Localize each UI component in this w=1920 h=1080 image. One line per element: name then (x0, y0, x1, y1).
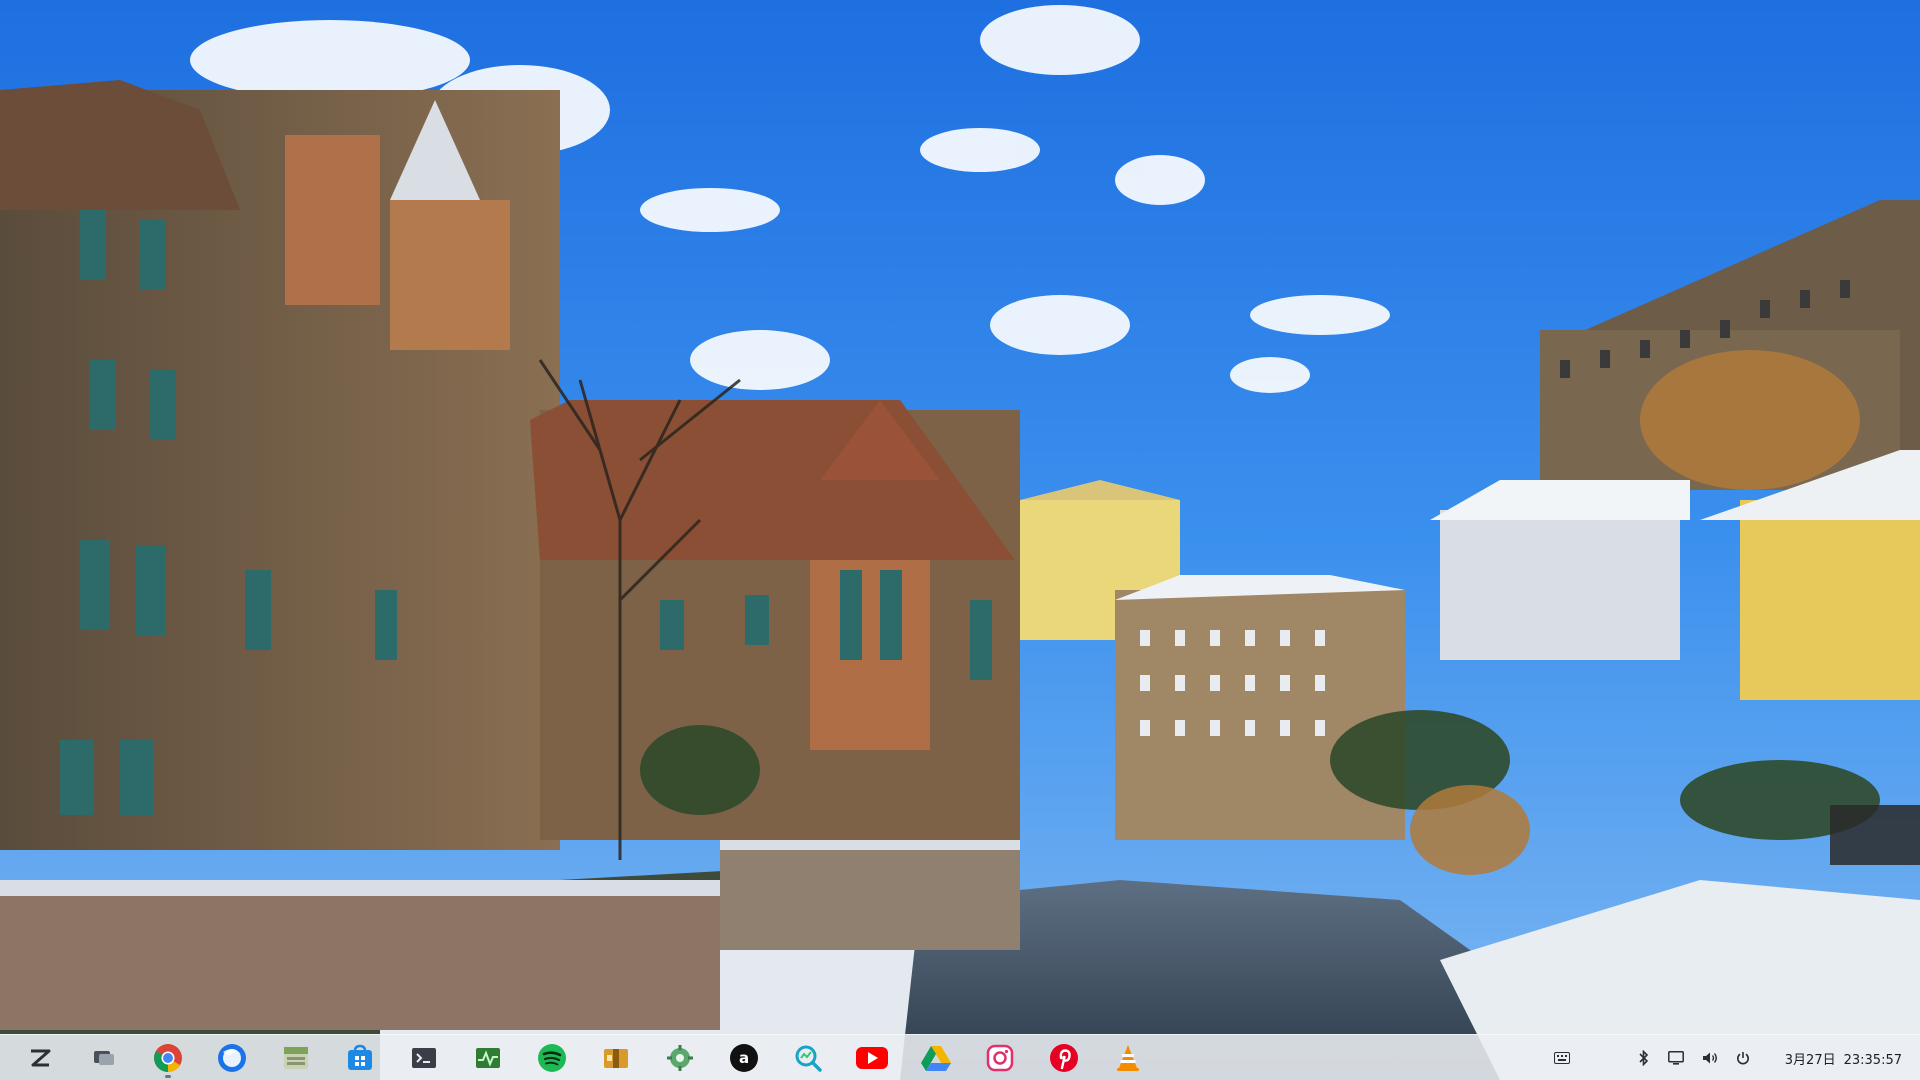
firefox-icon (218, 1043, 246, 1072)
system-tray: 3月27日 23:35:57 (1545, 1035, 1908, 1080)
system-monitor-app[interactable] (456, 1035, 520, 1080)
app-shelf: a (0, 1035, 1160, 1080)
svg-text:a: a (739, 1049, 749, 1067)
clock-time: 23:35:57 (1843, 1052, 1902, 1068)
keyboard-icon (1553, 1052, 1570, 1064)
volume-button[interactable] (1693, 1035, 1727, 1080)
archive-icon (604, 1048, 628, 1068)
system-monitor-icon (476, 1047, 500, 1068)
instagram-app[interactable] (968, 1035, 1032, 1080)
google-drive-app[interactable] (904, 1035, 968, 1080)
google-drive-icon (921, 1045, 951, 1071)
youtube-app[interactable] (840, 1035, 904, 1080)
taskbar: a 3月27日 23:35:57 (0, 1034, 1920, 1080)
pinterest-icon (1050, 1043, 1078, 1072)
stats-icon (795, 1045, 822, 1072)
terminal-icon (412, 1047, 436, 1068)
stats-app[interactable] (776, 1035, 840, 1080)
power-button[interactable] (1727, 1035, 1759, 1080)
launcher-button[interactable] (8, 1035, 72, 1080)
keyboard-button[interactable] (1545, 1035, 1579, 1080)
terminal-app[interactable] (392, 1035, 456, 1080)
file-manager-icon (284, 1046, 308, 1069)
volume-icon (1702, 1052, 1717, 1064)
amazon-icon: a (730, 1043, 758, 1072)
archive-app[interactable] (584, 1035, 648, 1080)
spotify-icon (538, 1043, 566, 1072)
settings-app[interactable] (648, 1035, 712, 1080)
running-indicator (165, 1074, 171, 1078)
instagram-icon (986, 1044, 1014, 1071)
wallpaper (0, 0, 1920, 1080)
chrome-icon (154, 1043, 182, 1072)
app-store-icon (348, 1044, 372, 1070)
youtube-icon (856, 1046, 888, 1069)
vlc-icon (1117, 1044, 1139, 1071)
file-manager-app[interactable] (264, 1035, 328, 1080)
amazon-app[interactable]: a (712, 1035, 776, 1080)
screen-icon (1667, 1051, 1684, 1065)
launcher-icon (31, 1049, 51, 1066)
clock-date: 3月27日 (1784, 1052, 1836, 1068)
clock[interactable]: 3月27日 23:35:57 (1759, 1049, 1908, 1068)
vlc-app[interactable] (1096, 1035, 1160, 1080)
chrome-app[interactable] (136, 1035, 200, 1080)
overview-button[interactable] (72, 1035, 136, 1080)
bluetooth-icon (1639, 1050, 1648, 1066)
desktop: a 3月27日 23:35:57 (0, 0, 1920, 1080)
screen-button[interactable] (1659, 1035, 1693, 1080)
pinterest-app[interactable] (1032, 1035, 1096, 1080)
power-icon (1736, 1052, 1749, 1065)
spotify-app[interactable] (520, 1035, 584, 1080)
firefox-app[interactable] (200, 1035, 264, 1080)
app-store-app[interactable] (328, 1035, 392, 1080)
settings-icon (667, 1044, 693, 1071)
files-overview-icon (94, 1050, 114, 1065)
bluetooth-button[interactable] (1629, 1035, 1659, 1080)
